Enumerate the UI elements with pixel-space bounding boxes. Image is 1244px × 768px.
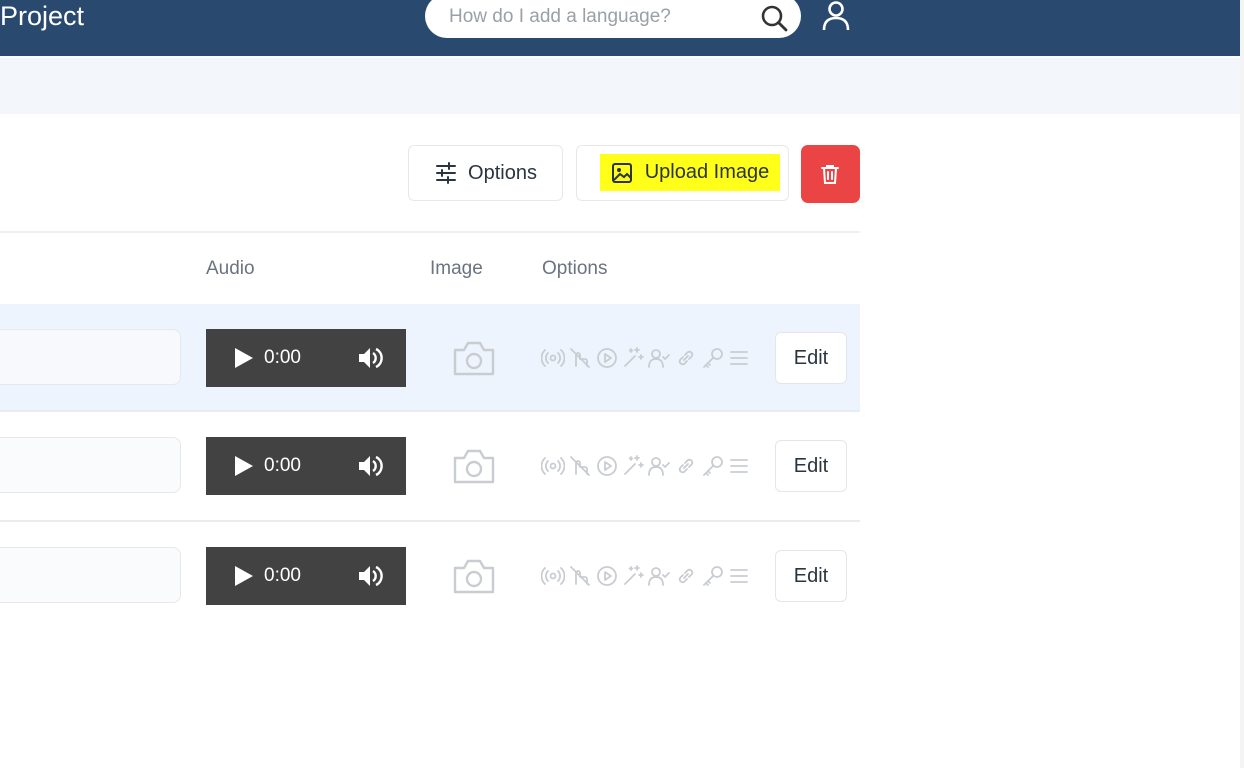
play-icon[interactable] <box>231 564 255 588</box>
options-button[interactable]: Options <box>408 145 563 201</box>
upload-image-label: Upload Image <box>644 161 770 183</box>
link-icon[interactable] <box>674 454 698 478</box>
link-icon[interactable] <box>674 564 698 588</box>
options-button-label: Options <box>468 161 537 184</box>
menu-icon[interactable] <box>727 346 751 370</box>
no-touch-icon[interactable] <box>568 454 592 478</box>
trash-icon <box>821 165 839 184</box>
user-check-icon[interactable] <box>647 454 671 478</box>
text-field[interactable] <box>0 329 181 385</box>
key-icon[interactable] <box>701 346 725 370</box>
delete-button[interactable] <box>801 145 860 203</box>
secondary-bar <box>0 58 1244 114</box>
sparkle-icon[interactable] <box>621 346 645 370</box>
menu-icon[interactable] <box>727 454 751 478</box>
upload-image-content[interactable]: Upload Image <box>600 154 780 191</box>
sparkle-icon[interactable] <box>621 564 645 588</box>
camera-icon[interactable] <box>452 556 496 596</box>
column-header-options: Options <box>542 258 608 279</box>
app-title: Project <box>0 1 85 31</box>
volume-icon[interactable] <box>356 562 384 590</box>
table-row: 0:00 Edit <box>0 304 860 412</box>
broadcast-icon[interactable] <box>541 454 565 478</box>
audio-player[interactable]: 0:00 <box>206 437 406 495</box>
user-check-icon[interactable] <box>647 346 671 370</box>
search-icon[interactable] <box>759 3 789 33</box>
key-icon[interactable] <box>701 454 725 478</box>
audio-time: 0:00 <box>264 565 301 586</box>
link-icon[interactable] <box>674 346 698 370</box>
volume-icon[interactable] <box>356 344 384 372</box>
column-header-audio: Audio <box>206 258 255 279</box>
audio-time: 0:00 <box>264 347 301 368</box>
user-check-icon[interactable] <box>647 564 671 588</box>
search-input[interactable] <box>447 2 751 32</box>
column-header-image: Image <box>430 258 483 279</box>
broadcast-icon[interactable] <box>541 564 565 588</box>
play-circle-icon[interactable] <box>595 454 619 478</box>
edit-button[interactable]: Edit <box>775 332 847 384</box>
edit-button[interactable]: Edit <box>775 550 847 602</box>
top-navigation-bar: Project <box>0 0 1244 56</box>
table-row: 0:00 Edit <box>0 522 860 630</box>
audio-time: 0:00 <box>264 455 301 476</box>
play-circle-icon[interactable] <box>595 564 619 588</box>
menu-icon[interactable] <box>727 564 751 588</box>
text-field[interactable] <box>0 437 181 493</box>
search-box[interactable] <box>425 0 801 38</box>
table-row: 0:00 Edit <box>0 412 860 520</box>
text-field[interactable] <box>0 547 181 603</box>
broadcast-icon[interactable] <box>541 346 565 370</box>
play-circle-icon[interactable] <box>595 346 619 370</box>
edit-button[interactable]: Edit <box>775 440 847 492</box>
play-icon[interactable] <box>231 346 255 370</box>
audio-player[interactable]: 0:00 <box>206 329 406 387</box>
page-edge <box>1240 0 1244 768</box>
play-icon[interactable] <box>231 454 255 478</box>
volume-icon[interactable] <box>356 452 384 480</box>
camera-icon[interactable] <box>452 446 496 486</box>
no-touch-icon[interactable] <box>568 346 592 370</box>
camera-icon[interactable] <box>452 338 496 378</box>
sparkle-icon[interactable] <box>621 454 645 478</box>
image-icon <box>611 162 632 183</box>
user-icon[interactable] <box>820 0 852 32</box>
audio-player[interactable]: 0:00 <box>206 547 406 605</box>
no-touch-icon[interactable] <box>568 564 592 588</box>
key-icon[interactable] <box>701 564 725 588</box>
sliders-icon <box>436 162 457 184</box>
toolbar-divider <box>0 231 860 233</box>
